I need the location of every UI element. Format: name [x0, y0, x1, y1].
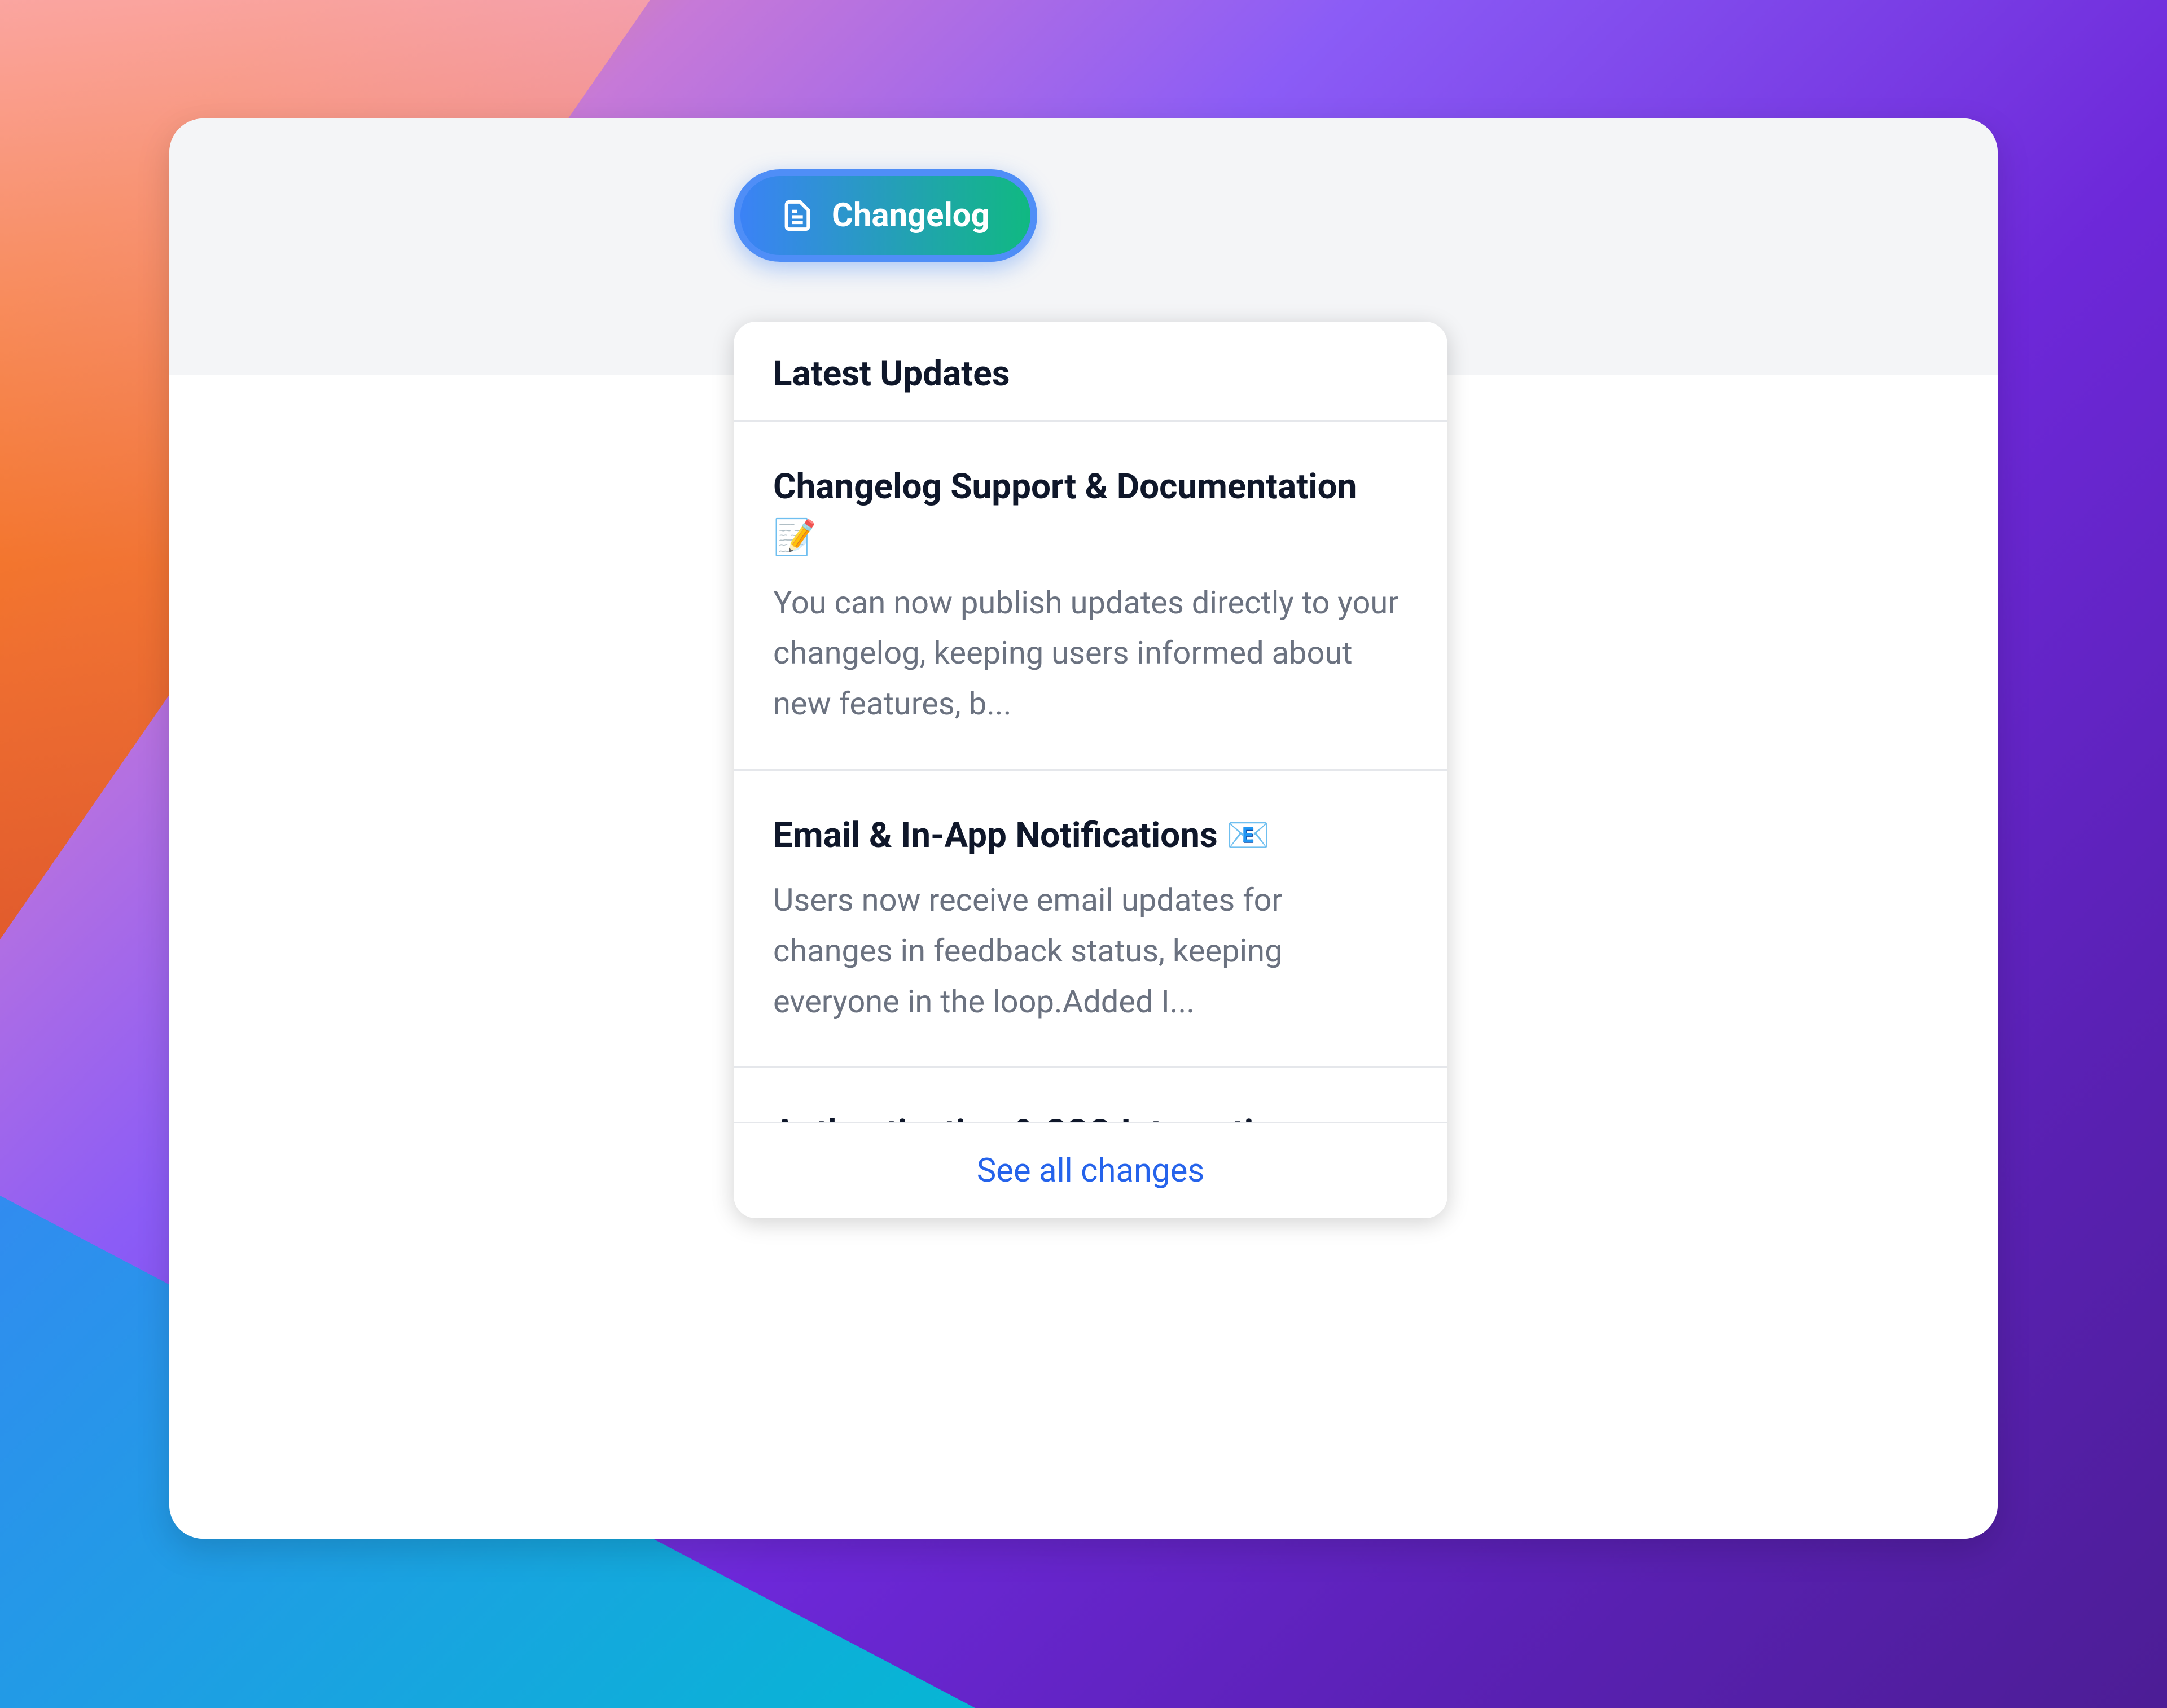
changelog-button[interactable]: Changelog	[734, 169, 1037, 262]
update-description: You can now publish updates directly to …	[773, 578, 1408, 730]
update-description: Users now receive email updates for chan…	[773, 875, 1408, 1027]
update-title: Authentication & SSO Integration	[773, 1108, 1408, 1122]
update-title: Changelog Support & Documentation 📝	[773, 462, 1408, 563]
dropdown-header: Latest Updates	[734, 322, 1447, 422]
main-panel: Changelog Latest Updates Changelog Suppo…	[169, 118, 1998, 1539]
update-title: Email & In-App Notifications 📧	[773, 810, 1408, 861]
document-icon	[781, 199, 814, 232]
see-all-changes-link[interactable]: See all changes	[977, 1152, 1205, 1190]
changelog-button-label: Changelog	[832, 196, 990, 235]
updates-list[interactable]: Changelog Support & Documentation 📝 You …	[734, 422, 1447, 1122]
changelog-dropdown: Latest Updates Changelog Support & Docum…	[734, 322, 1447, 1218]
dropdown-title: Latest Updates	[773, 353, 1408, 394]
update-item[interactable]: Email & In-App Notifications 📧 Users now…	[734, 771, 1447, 1069]
dropdown-footer: See all changes	[734, 1122, 1447, 1218]
update-item[interactable]: Authentication & SSO Integration	[734, 1068, 1447, 1122]
update-item[interactable]: Changelog Support & Documentation 📝 You …	[734, 422, 1447, 771]
